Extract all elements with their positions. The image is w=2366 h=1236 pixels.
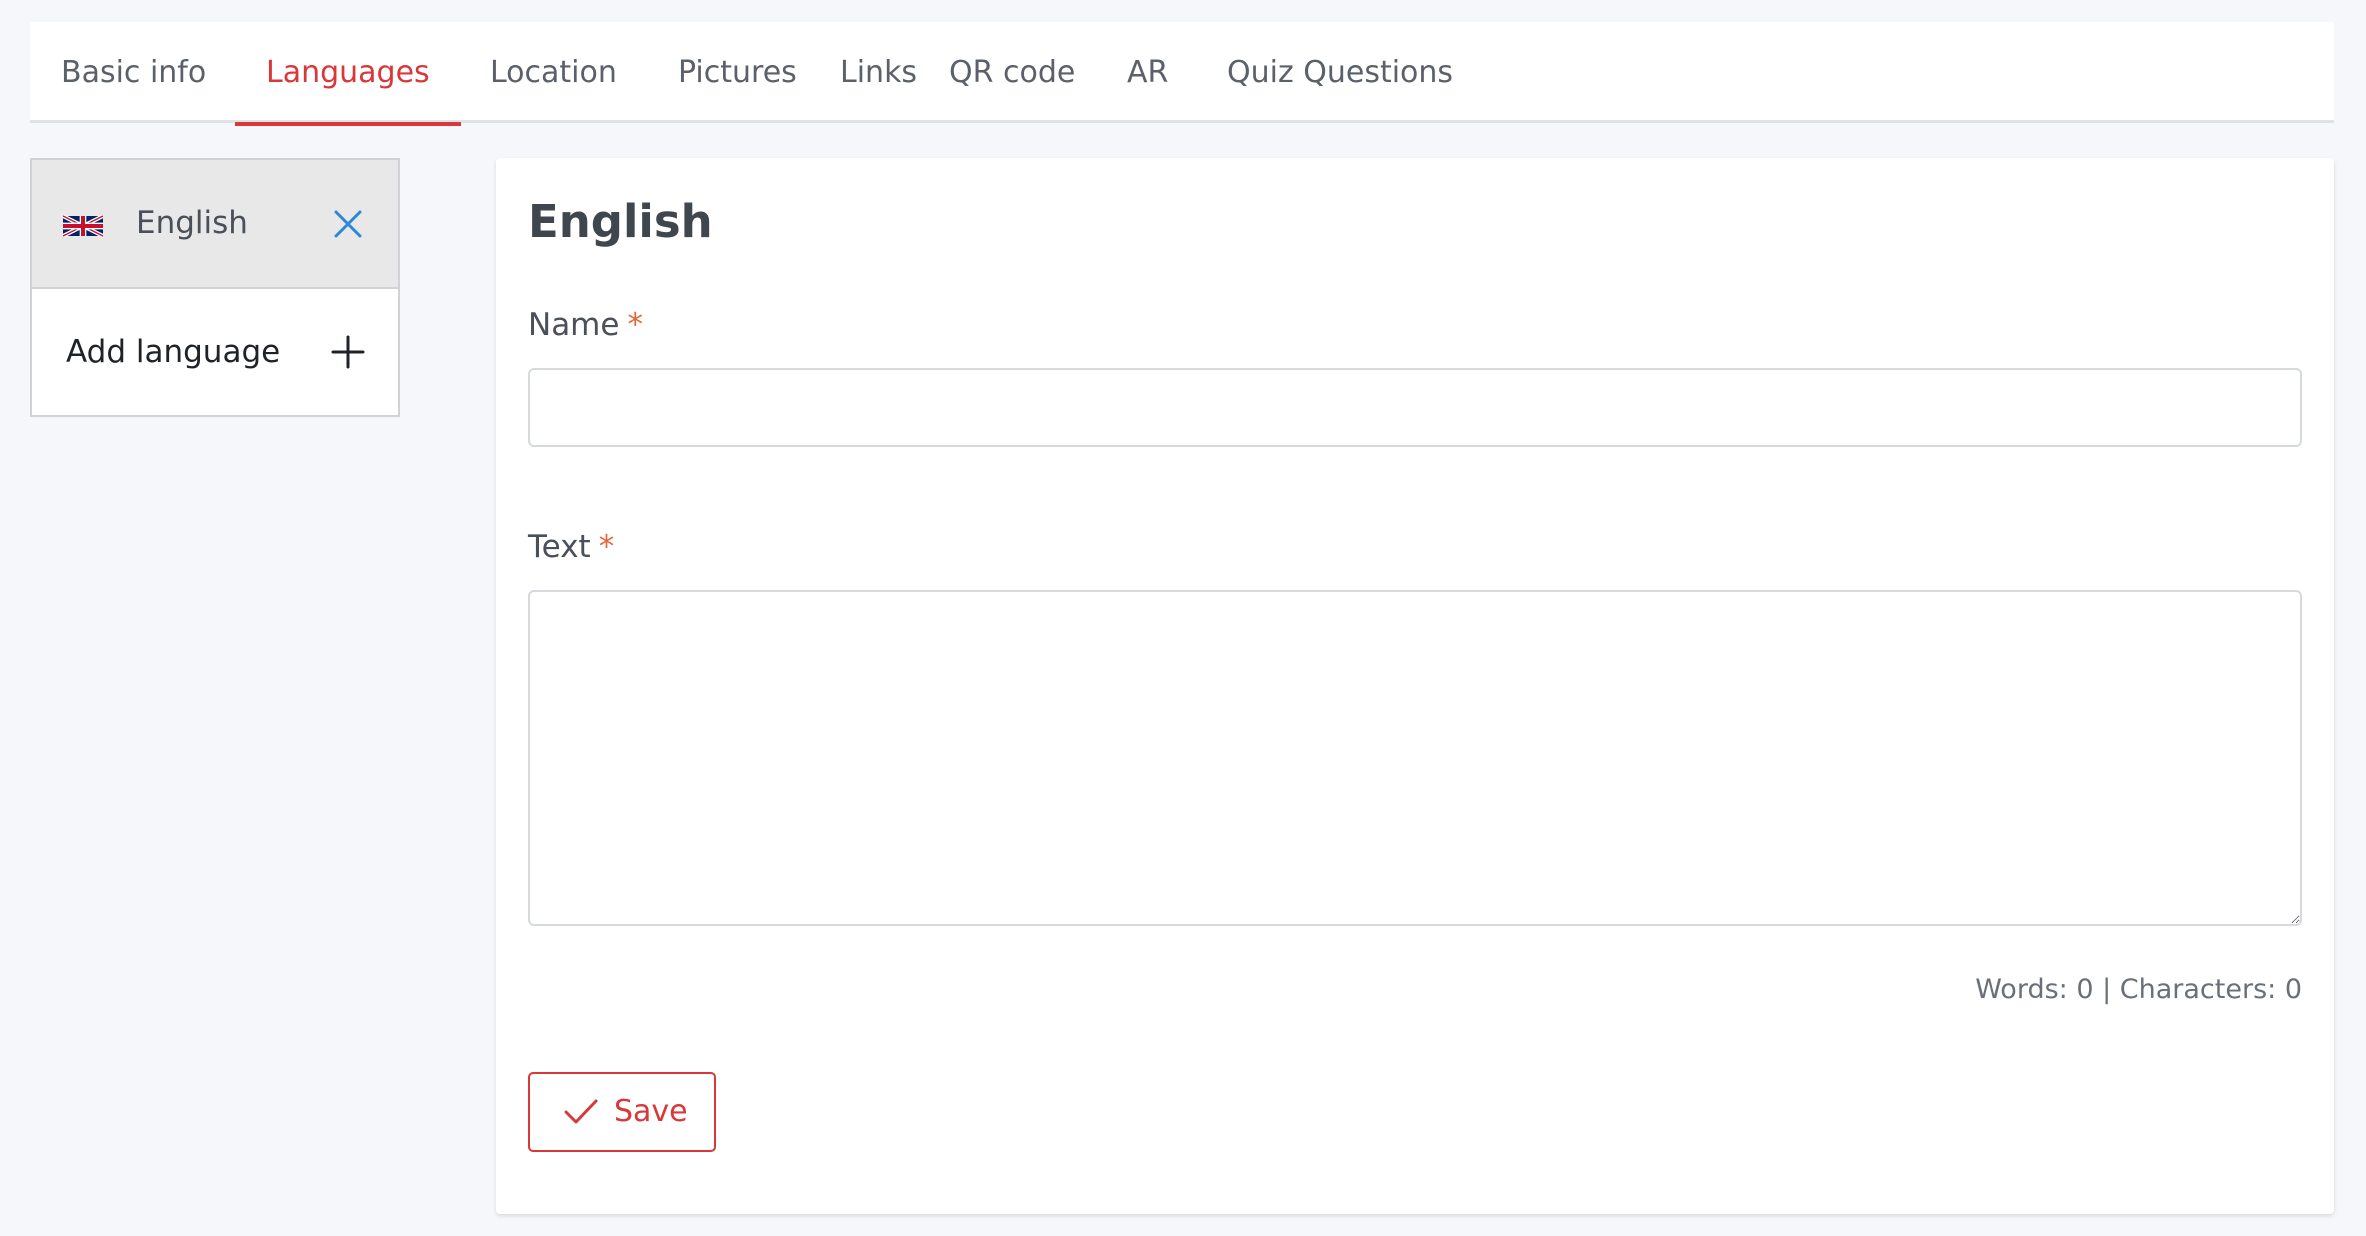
language-form-card: English Name * Text * Words: 0 | Character… xyxy=(496,158,2334,1214)
tab-label: Pictures xyxy=(678,55,797,90)
word-character-counter: Words: 0 | Characters: 0 xyxy=(1975,974,2302,1005)
plus-icon xyxy=(330,334,366,370)
tab-label: Location xyxy=(490,55,617,90)
page-title: English xyxy=(528,195,713,248)
language-item-english[interactable]: English xyxy=(32,160,398,289)
tab-pictures[interactable]: Pictures xyxy=(647,22,828,123)
text-label: Text * xyxy=(528,527,614,567)
text-label-text: Text xyxy=(528,529,591,565)
add-language-button[interactable]: Add language xyxy=(32,289,398,415)
name-field[interactable] xyxy=(528,368,2302,447)
tab-label: QR code xyxy=(949,55,1076,90)
tab-bar: Basic info Languages Location Pictures L… xyxy=(30,22,2334,126)
save-label: Save xyxy=(614,1094,688,1129)
language-name: English xyxy=(136,205,248,241)
required-marker: * xyxy=(598,529,615,565)
tab-ar[interactable]: AR xyxy=(1096,22,1199,123)
required-marker: * xyxy=(627,307,643,343)
tab-location[interactable]: Location xyxy=(459,22,648,123)
tab-label: Languages xyxy=(266,55,430,90)
tab-languages[interactable]: Languages xyxy=(235,22,461,126)
name-label: Name * xyxy=(528,305,643,345)
tab-basic-info[interactable]: Basic info xyxy=(30,22,237,123)
save-button[interactable]: Save xyxy=(528,1072,716,1152)
language-list: English Add language xyxy=(30,158,400,417)
tab-label: Basic info xyxy=(61,55,207,90)
uk-flag-icon xyxy=(63,215,103,237)
tab-quiz-questions[interactable]: Quiz Questions xyxy=(1196,22,1484,123)
check-icon xyxy=(564,1098,598,1126)
close-icon[interactable] xyxy=(328,204,368,244)
tab-label: Links xyxy=(840,55,918,90)
add-language-label: Add language xyxy=(66,334,281,370)
name-label-text: Name xyxy=(528,307,620,343)
text-field[interactable] xyxy=(528,590,2302,926)
active-tab-indicator xyxy=(235,122,461,126)
tab-label: AR xyxy=(1127,55,1169,90)
tab-label: Quiz Questions xyxy=(1227,55,1454,90)
tab-qr-code[interactable]: QR code xyxy=(918,22,1106,123)
